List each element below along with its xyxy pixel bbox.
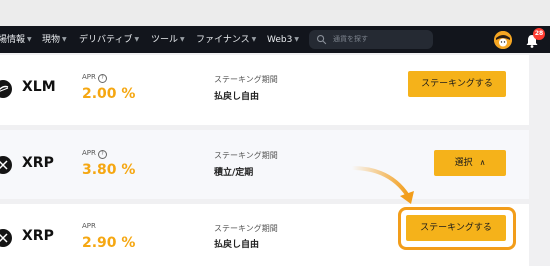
apr-label: APR <box>82 222 96 230</box>
browser-top-bar <box>0 0 550 26</box>
chevron-up-icon: ∧ <box>479 158 486 167</box>
nav-item-tools[interactable]: ツール ▼ <box>151 26 185 53</box>
coin-name: XRP <box>22 228 54 244</box>
apr-label-text: APR <box>82 222 96 230</box>
list-item: XLM APR? 2.00 % ステーキング期間 払戻し自由 ステーキングする <box>0 55 529 125</box>
apr-value: 2.90 % <box>82 235 136 251</box>
apr-label: APR? <box>82 73 107 83</box>
nav-item-label: デリバティブ <box>79 35 133 45</box>
nav-item-label: Web3 <box>267 35 293 45</box>
stake-button-highlighted[interactable]: ステーキングする <box>406 215 506 241</box>
nav-item-label: ファイナンス <box>196 35 250 45</box>
search-input[interactable]: 通貨を探す <box>309 30 433 49</box>
curved-arrow-icon <box>350 166 414 204</box>
staking-period-label: ステーキング期間 <box>214 151 278 160</box>
info-icon[interactable]: ? <box>97 150 107 159</box>
apr-value: 3.80 % <box>82 162 136 178</box>
nav-item-web3[interactable]: Web3 ▼ <box>267 26 299 53</box>
nav-item-label: 場情報 <box>0 35 26 45</box>
stellar-coin-icon <box>0 80 12 98</box>
apr-label-text: APR <box>82 149 96 157</box>
select-button[interactable]: 選択 ∧ <box>434 150 506 176</box>
list-item: XRP APR? 3.80 % ステーキング期間 積立/定期 選択 ∧ <box>0 130 529 199</box>
notifications-button[interactable]: 28 <box>524 28 545 50</box>
staking-period-label: ステーキング期間 <box>214 224 278 233</box>
top-navbar: 場情報 ▼ 現物 ▼ デリバティブ ▼ ツール ▼ ファイナンス ▼ Web3 ▼ 通貨を探… <box>0 26 550 53</box>
caret-down-icon: ▼ <box>294 36 299 43</box>
nav-item-label: 現物 <box>42 35 61 45</box>
nav-item-spot[interactable]: 現物 ▼ <box>42 26 67 53</box>
apr-label: APR? <box>82 149 107 159</box>
nav-item-market-info[interactable]: 場情報 ▼ <box>0 26 32 53</box>
info-icon[interactable]: ? <box>97 74 107 83</box>
caret-down-icon: ▼ <box>27 36 32 43</box>
notification-badge: 28 <box>533 28 545 40</box>
search-icon <box>317 35 327 45</box>
nav-item-finance[interactable]: ファイナンス ▼ <box>196 26 256 53</box>
coin-name: XRP <box>22 155 54 171</box>
staking-period-value: 払戻し自由 <box>214 240 260 250</box>
nav-item-label: ツール <box>151 35 179 45</box>
search-placeholder: 通貨を探す <box>333 35 368 43</box>
avatar[interactable] <box>494 31 512 49</box>
staking-period-label: ステーキング期間 <box>214 75 278 84</box>
caret-down-icon: ▼ <box>251 36 257 43</box>
avatar-face-icon <box>494 31 512 49</box>
coin-name: XLM <box>22 79 56 95</box>
stake-button[interactable]: ステーキングする <box>408 71 506 97</box>
staking-period-value: 払戻し自由 <box>214 92 260 102</box>
xrp-coin-icon <box>0 156 12 174</box>
caret-down-icon: ▼ <box>62 36 67 43</box>
select-button-label: 選択 <box>454 158 473 168</box>
staking-period-value: 積立/定期 <box>214 168 254 178</box>
xrp-coin-icon <box>0 229 12 247</box>
nav-item-derivatives[interactable]: デリバティブ ▼ <box>79 26 139 53</box>
caret-down-icon: ▼ <box>134 36 140 43</box>
apr-value: 2.00 % <box>82 86 136 102</box>
apr-label-text: APR <box>82 73 96 81</box>
caret-down-icon: ▼ <box>180 36 185 43</box>
